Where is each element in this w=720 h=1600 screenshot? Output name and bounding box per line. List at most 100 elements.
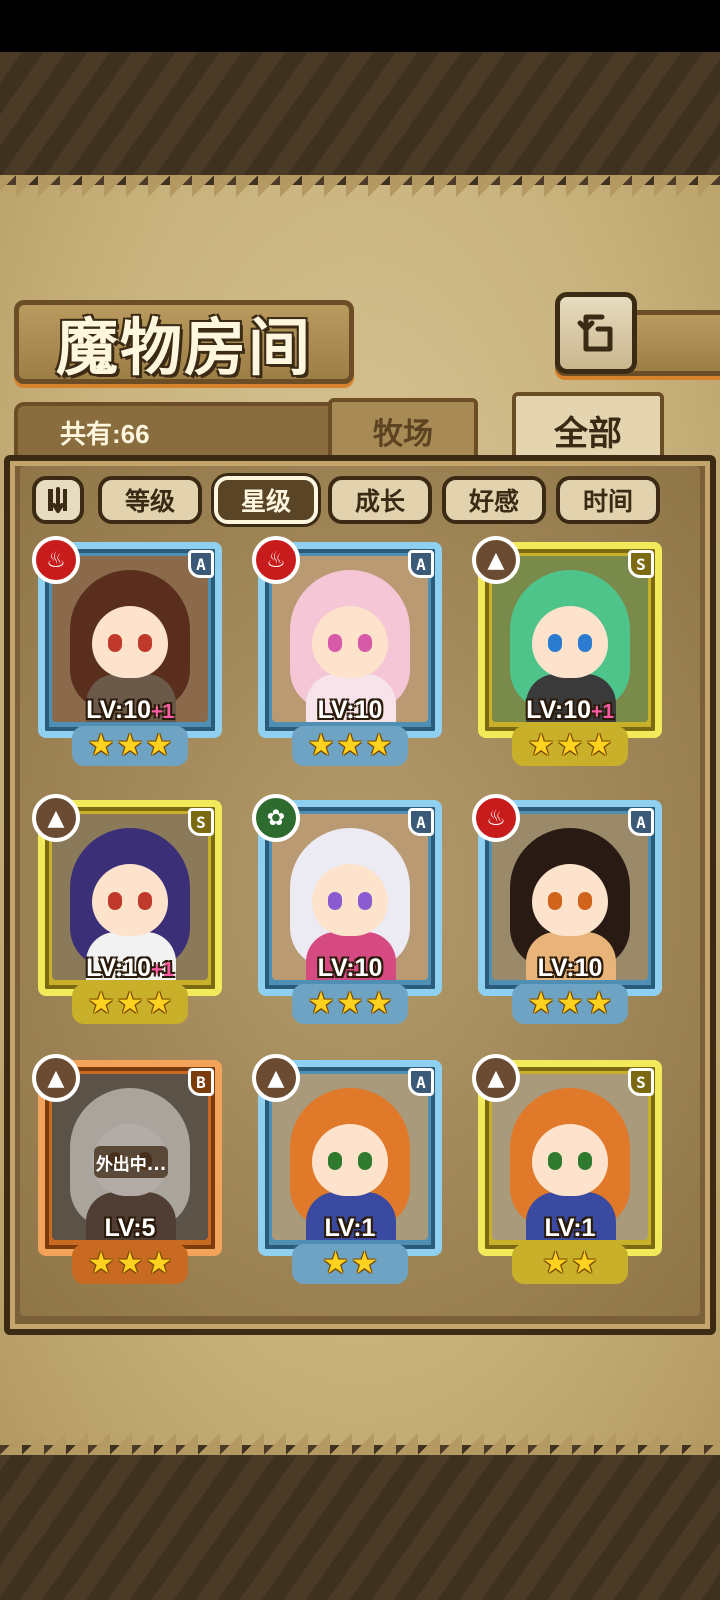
level-text: LV:10 [317, 954, 383, 982]
star-icon: ★ [336, 728, 364, 763]
rarity-grade-badge: B [188, 1068, 214, 1096]
level-bonus: +1 [151, 701, 174, 723]
star-icon: ★ [571, 1246, 598, 1281]
earth-element-icon: ▲ [472, 1054, 520, 1102]
star-rating: ★ ★ ★ [72, 984, 188, 1024]
rarity-grade-badge: A [188, 550, 214, 578]
sort-growth-button[interactable]: 成长 [328, 476, 432, 524]
earth-element-icon: ▲ [252, 1054, 300, 1102]
earth-element-icon: ▲ [472, 536, 520, 584]
fire-element-icon: ♨ [32, 536, 80, 584]
level-bonus: +1 [591, 701, 614, 723]
star-rating: ★ ★ ★ [72, 726, 188, 766]
star-rating: ★ ★ ★ [512, 984, 628, 1024]
monster-level: LV:10 [252, 954, 448, 983]
level-text: LV:10 [526, 696, 592, 724]
star-icon: ★ [145, 1246, 173, 1281]
star-icon: ★ [116, 728, 144, 763]
sort-affection-button[interactable]: 好感 [442, 476, 546, 524]
star-icon: ★ [585, 728, 613, 763]
star-icon: ★ [527, 728, 555, 763]
rarity-grade-badge: S [628, 1068, 654, 1096]
rarity-grade-badge: A [408, 1068, 434, 1096]
star-rating: ★ ★ ★ [72, 1244, 188, 1284]
return-arrow-icon [577, 314, 613, 352]
monster-card[interactable]: S ▲ LV:1 ★ ★ [472, 1054, 668, 1284]
rarity-grade-badge: A [628, 808, 654, 836]
sort-level-button[interactable]: 等级 [98, 476, 202, 524]
rarity-grade-badge: A [408, 808, 434, 836]
star-icon: ★ [365, 986, 393, 1021]
monster-count: 共有:66 [60, 419, 150, 449]
star-icon: ★ [87, 1246, 115, 1281]
monster-level: LV:10 [472, 954, 668, 983]
star-icon: ★ [542, 1246, 569, 1281]
star-icon: ★ [322, 1246, 349, 1281]
star-rating: ★ ★ [512, 1244, 628, 1284]
star-icon: ★ [116, 1246, 144, 1281]
star-icon: ★ [87, 728, 115, 763]
star-rating: ★ ★ ★ [292, 984, 408, 1024]
tab-ranch[interactable]: 牧场 [328, 398, 478, 460]
monster-card[interactable]: S ▲ LV:10+1 ★ ★ ★ [472, 536, 668, 766]
sort-star-button[interactable]: 星级 [214, 476, 318, 524]
monster-card[interactable]: A ♨ LV:10+1 ★ ★ ★ [32, 536, 228, 766]
back-button[interactable] [555, 292, 637, 374]
background-top [0, 52, 720, 188]
sort-time-button[interactable]: 时间 [556, 476, 660, 524]
star-icon: ★ [307, 986, 335, 1021]
sort-order-toggle[interactable] [32, 476, 84, 524]
level-text: LV:10 [537, 954, 603, 982]
monster-card[interactable]: A ♨ LV:10 ★ ★ ★ [252, 536, 448, 766]
star-icon: ★ [556, 728, 584, 763]
monster-card[interactable]: A ♨ LV:10 ★ ★ ★ [472, 794, 668, 1024]
monster-card[interactable]: A ✿ LV:10 ★ ★ ★ [252, 794, 448, 1024]
away-status-label: 外出中... [94, 1146, 168, 1178]
earth-element-icon: ▲ [32, 1054, 80, 1102]
monster-card[interactable]: A ▲ LV:1 ★ ★ [252, 1054, 448, 1284]
monster-level: LV:5 [32, 1214, 228, 1243]
monster-level: LV:1 [472, 1214, 668, 1243]
rarity-grade-badge: S [188, 808, 214, 836]
star-icon: ★ [307, 728, 335, 763]
monster-level: LV:10 [252, 696, 448, 725]
star-icon: ★ [116, 986, 144, 1021]
background-bottom [0, 1440, 720, 1600]
nature-element-icon: ✿ [252, 794, 300, 842]
star-icon: ★ [145, 728, 173, 763]
page-title: 魔物房间 [55, 311, 312, 384]
monster-card[interactable]: 外出中... B ▲ LV:5 ★ ★ ★ [32, 1054, 228, 1284]
monster-level: LV:1 [252, 1214, 448, 1243]
level-text: LV:5 [104, 1214, 156, 1242]
monster-level: LV:10+1 [32, 696, 228, 725]
star-icon: ★ [556, 986, 584, 1021]
rarity-grade-badge: A [408, 550, 434, 578]
star-icon: ★ [527, 986, 555, 1021]
star-icon: ★ [351, 1246, 378, 1281]
rarity-grade-badge: S [628, 550, 654, 578]
star-icon: ★ [145, 986, 173, 1021]
level-bonus: +1 [151, 959, 174, 981]
status-bar [0, 0, 720, 52]
star-icon: ★ [585, 986, 613, 1021]
level-text: LV:10 [86, 696, 152, 724]
level-text: LV:1 [324, 1214, 376, 1242]
star-rating: ★ ★ ★ [512, 726, 628, 766]
level-text: LV:10 [317, 696, 383, 724]
star-rating: ★ ★ ★ [292, 726, 408, 766]
star-icon: ★ [87, 986, 115, 1021]
fire-element-icon: ♨ [472, 794, 520, 842]
title-plate: 魔物房间 [14, 300, 354, 384]
monster-level: LV:10+1 [32, 954, 228, 983]
star-icon: ★ [336, 986, 364, 1021]
tab-all[interactable]: 全部 [512, 392, 664, 464]
level-text: LV:10 [86, 954, 152, 982]
fire-element-icon: ♨ [252, 536, 300, 584]
monster-level: LV:10+1 [472, 696, 668, 725]
star-rating: ★ ★ [292, 1244, 408, 1284]
level-text: LV:1 [544, 1214, 596, 1242]
star-icon: ★ [365, 728, 393, 763]
sort-order-toggle-icon [48, 487, 67, 513]
monster-card[interactable]: S ▲ LV:10+1 ★ ★ ★ [32, 794, 228, 1024]
earth-element-icon: ▲ [32, 794, 80, 842]
